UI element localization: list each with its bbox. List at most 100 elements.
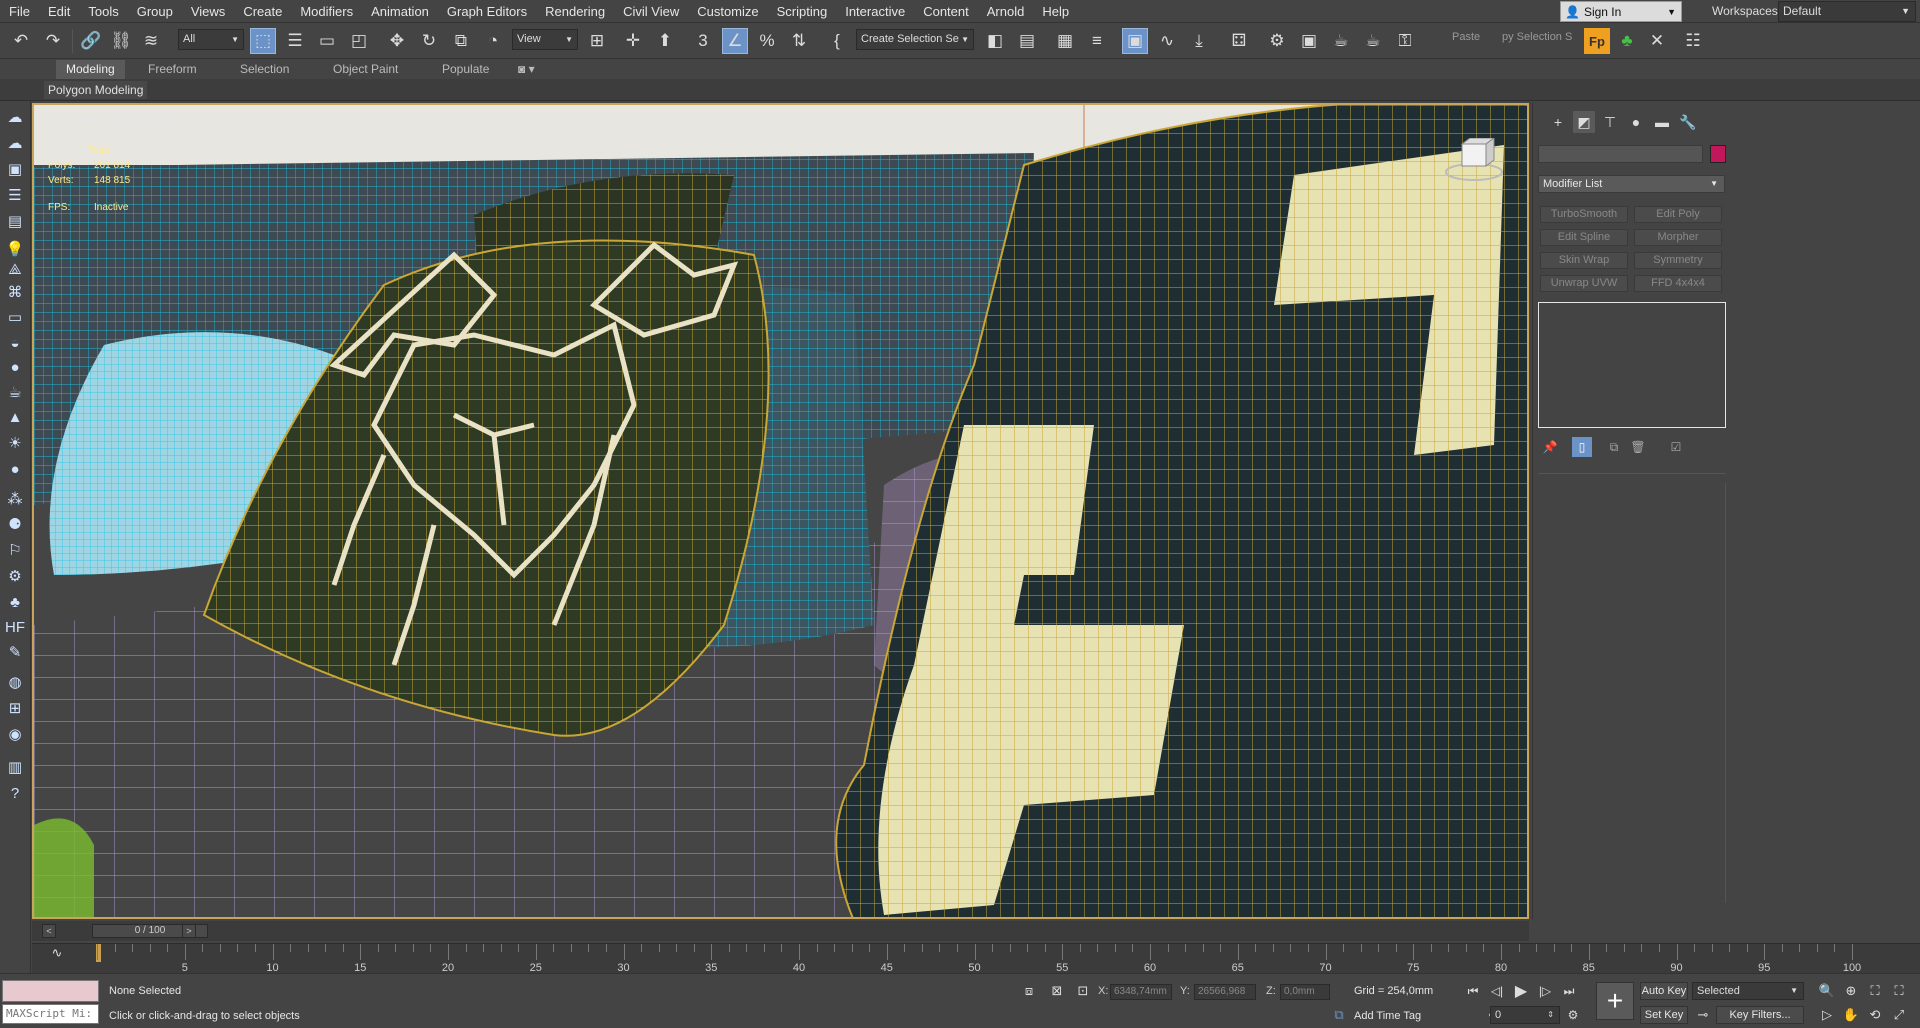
curve-editor-icon[interactable]: ∿ <box>1154 28 1180 54</box>
previous-key-icon[interactable]: ◁| <box>1488 982 1506 1000</box>
menu-group[interactable]: Group <box>128 0 182 23</box>
list-icon[interactable]: ▤ <box>4 210 26 232</box>
tools-icon[interactable]: ✕ <box>1644 28 1670 54</box>
rectangular-region-icon[interactable]: ▭ <box>314 28 340 54</box>
pan-icon[interactable]: ✋ <box>1842 1006 1860 1024</box>
help-icon[interactable]: ? <box>4 782 26 804</box>
viewcube[interactable] <box>1444 138 1504 184</box>
time-slider[interactable]: < 0 / 100 > <box>32 921 1529 941</box>
tab-object-paint[interactable]: Object Paint <box>323 60 408 79</box>
next-key-icon[interactable]: |▷ <box>1536 982 1554 1000</box>
reference-coordinate-select[interactable]: View ▼ <box>512 29 578 50</box>
railclone-icon[interactable]: ♣ <box>1614 28 1640 54</box>
scale-icon[interactable]: ⧉ <box>448 28 474 54</box>
redo-icon[interactable]: ↷ <box>40 28 66 54</box>
select-manipulate-icon[interactable]: ✛ <box>620 28 646 54</box>
menu-modifiers[interactable]: Modifiers <box>291 0 362 23</box>
selection-filter-select[interactable]: All ▼ <box>178 29 244 50</box>
show-end-result-icon[interactable]: ▯ <box>1572 437 1592 457</box>
edit-spline-button[interactable]: Edit Spline <box>1540 229 1628 246</box>
bind-space-warp-icon[interactable]: ≋ <box>138 28 164 54</box>
render-setup-icon[interactable]: ⚙ <box>1264 28 1290 54</box>
named-selection-select[interactable]: Create Selection Se ▼ <box>856 29 974 50</box>
menu-civil-view[interactable]: Civil View <box>614 0 688 23</box>
align-icon[interactable]: ▤ <box>1014 28 1040 54</box>
zoom-icon[interactable]: 🔍 <box>1818 982 1836 1000</box>
gold-sphere-icon[interactable]: ● <box>4 458 26 480</box>
rendered-frame-window-icon[interactable]: ▣ <box>1296 28 1322 54</box>
create-tab-icon[interactable]: + <box>1547 111 1569 133</box>
scene-explorer-icon[interactable]: ▦ <box>1052 28 1078 54</box>
unlink-icon[interactable]: ⛓ <box>108 28 134 54</box>
isolate-selection-icon[interactable]: ⧈ <box>1020 982 1038 1000</box>
menu-file[interactable]: File <box>0 0 39 23</box>
ribbon-options-icon[interactable]: ◙ ▾ <box>514 60 539 79</box>
motion-tab-icon[interactable]: ● <box>1625 111 1647 133</box>
viewport-label[interactable]: [+] [Perspective ] [Standard ] [Edged Fa… <box>38 112 254 124</box>
schematic-view-icon[interactable]: ⤓ <box>1186 28 1212 54</box>
select-object-icon[interactable]: ⬚ <box>250 28 276 54</box>
spinner-snap-icon[interactable]: ⇅ <box>786 28 812 54</box>
angle-snap-icon[interactable]: ∠ <box>722 28 748 54</box>
rectangle-icon[interactable]: ▭ <box>4 306 26 328</box>
material-editor-icon[interactable]: ⚃ <box>1226 28 1252 54</box>
add-time-tag[interactable]: Add Time Tag <box>1354 1010 1421 1022</box>
zoom-all-icon[interactable]: ⊕ <box>1842 982 1860 1000</box>
current-frame-spinner[interactable]: 0 ⇕ <box>1490 1006 1560 1024</box>
tab-freeform[interactable]: Freeform <box>138 60 207 79</box>
go-to-start-icon[interactable]: ⏮ <box>1464 982 1482 1000</box>
render-production-icon[interactable]: ☕ <box>1328 28 1354 54</box>
skin-wrap-button[interactable]: Skin Wrap <box>1540 252 1628 269</box>
object-color-swatch[interactable] <box>1710 145 1726 163</box>
teapot-icon[interactable]: ☕ <box>4 381 26 403</box>
time-configuration-icon[interactable]: ⚙ <box>1564 1006 1582 1024</box>
tab-modeling[interactable]: Modeling <box>56 60 125 79</box>
maxscript-listener[interactable] <box>2 980 99 1002</box>
zoom-extents-icon[interactable]: ⛶ <box>1866 982 1884 1000</box>
ribbon-panel-title[interactable]: Polygon Modeling <box>44 81 148 99</box>
morpher-button[interactable]: Morpher <box>1634 229 1722 246</box>
tab-selection[interactable]: Selection <box>230 60 299 79</box>
layers-icon[interactable]: ☰ <box>4 184 26 206</box>
pin-stack-icon[interactable]: 📌 <box>1540 437 1560 457</box>
menu-create[interactable]: Create <box>234 0 291 23</box>
particles-icon[interactable]: ⁂ <box>4 488 26 510</box>
menu-arnold[interactable]: Arnold <box>978 0 1034 23</box>
orbit-icon[interactable]: ⟲ <box>1866 1006 1884 1024</box>
next-frame-icon[interactable]: > <box>182 924 196 938</box>
keyboard-shortcut-icon[interactable]: ⬆ <box>652 28 678 54</box>
pivot-center-icon[interactable]: ⊞ <box>584 28 610 54</box>
link-icon[interactable]: 🔗 <box>78 28 104 54</box>
absolute-mode-icon[interactable]: ⊡ <box>1074 982 1092 1000</box>
zoom-extents-all-icon[interactable]: ⛶ <box>1890 982 1908 1000</box>
sphere-icon[interactable]: ● <box>4 356 26 378</box>
ffd-4x4x4-button[interactable]: FFD 4x4x4 <box>1634 275 1722 292</box>
selection-lock-icon[interactable]: ⊠ <box>1048 982 1066 1000</box>
workspace-select[interactable]: Default ▼ <box>1778 1 1916 22</box>
remove-modifier-icon[interactable]: 🗑 <box>1628 437 1648 457</box>
gear-icon[interactable]: ⚙ <box>4 565 26 587</box>
globe-icon[interactable]: ◍ <box>4 671 26 693</box>
hair-icon[interactable]: HF <box>4 616 26 638</box>
display-icon[interactable]: ▣ <box>4 158 26 180</box>
display-tab-icon[interactable]: ▬ <box>1651 111 1673 133</box>
cloud-icon[interactable]: ☁ <box>4 132 26 154</box>
set-key-filter-icon[interactable]: ⊸ <box>1694 1006 1712 1024</box>
percent-snap-icon[interactable]: % <box>754 28 780 54</box>
maximize-viewport-icon[interactable]: ⤢ <box>1890 1006 1908 1024</box>
menu-edit[interactable]: Edit <box>39 0 79 23</box>
layer-explorer-icon[interactable]: ≡ <box>1084 28 1110 54</box>
utilities-tab-icon[interactable]: 🔧 <box>1677 111 1699 133</box>
x-coordinate-field[interactable]: 6348,74mm <box>1110 984 1172 1000</box>
paste-label[interactable]: Paste <box>1452 31 1480 43</box>
skeleton-icon[interactable]: ⚐ <box>4 539 26 561</box>
render-iterative-icon[interactable]: ☕ <box>1360 28 1386 54</box>
cube-icon[interactable]: ⊞ <box>4 697 26 719</box>
menu-graph-editors[interactable]: Graph Editors <box>438 0 536 23</box>
unwrap-uvw-button[interactable]: Unwrap UVW <box>1540 275 1628 292</box>
mirror-icon[interactable]: ◧ <box>982 28 1008 54</box>
panel-scrollbar[interactable] <box>1725 483 1726 903</box>
copy-selection-label[interactable]: py Selection S <box>1502 31 1572 43</box>
perspective-viewport[interactable] <box>32 103 1529 919</box>
dynamics-icon[interactable]: ⚈ <box>4 513 26 535</box>
